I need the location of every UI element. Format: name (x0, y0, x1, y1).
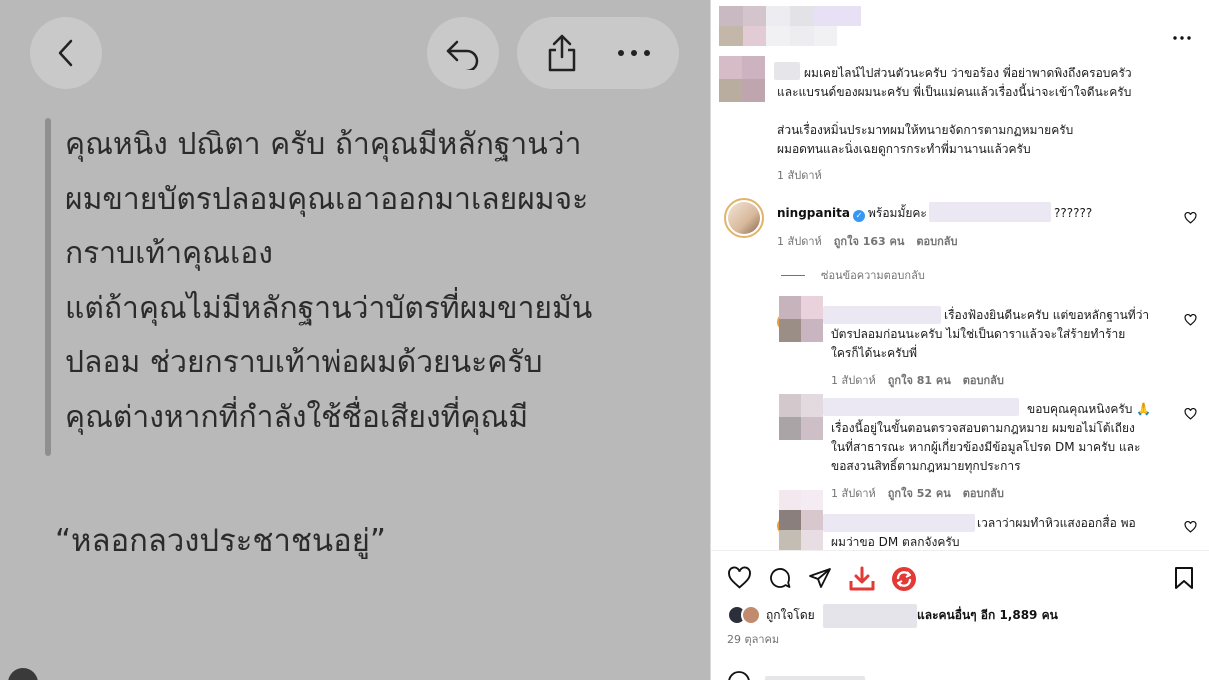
corner-avatar (8, 668, 38, 680)
reply-text: ในที่สาธารณะ หากผู้เกี่ยวข้องมีข้อมูลโปร… (831, 440, 1141, 454)
reply-link[interactable]: ตอบกลับ (916, 235, 957, 248)
like-heart-icon[interactable] (727, 566, 752, 590)
quote-line: ปลอม ช่วยกราบเท้าพ่อผมด้วยนะครับ (65, 345, 543, 380)
hide-replies-label: ซ่อนข้อความตอบกลับ (821, 269, 925, 282)
divider-line (781, 274, 805, 276)
reply-time: 1 สัปดาห์ (831, 487, 876, 500)
like-heart-icon[interactable] (1184, 314, 1197, 326)
chevron-left-icon (58, 39, 73, 67)
back-button[interactable] (30, 17, 102, 89)
reply-avatar-blurred[interactable] (779, 490, 823, 550)
comment-row: ningpanita ✓ พร้อมมั้ยคะ (777, 204, 927, 223)
reply-avatar-blurred[interactable] (779, 394, 823, 440)
commenter-avatar-blurred[interactable] (719, 56, 765, 102)
comment-text: ผมอดทนและนิ่งเฉยดูการกระทำพี่มานานแล้วคร… (777, 142, 1031, 156)
more-options-button[interactable] (598, 17, 670, 89)
comments-panel: ผมเคยไลน์ไปส่วนตัวนะครับ ว่าขอร้อง พี่อย… (710, 0, 1209, 680)
reply-avatar-blurred[interactable] (779, 296, 823, 342)
quote-line: คุณต่างหากที่กำลังใช้ชื่อเสียงที่คุณมี (65, 399, 529, 435)
bookmark-icon[interactable] (1173, 566, 1195, 590)
avatar[interactable] (724, 198, 764, 238)
username-blurred[interactable] (823, 398, 1019, 416)
add-comment-row[interactable] (727, 670, 1197, 680)
share-icon (548, 34, 576, 72)
claim-text: “หลอกลวงประชาชนอยู่” (55, 523, 386, 559)
reply-meta: 1 สัปดาห์ ถูกใจ 52 คน ตอบกลับ (831, 484, 1004, 502)
toolbar-pill (517, 17, 679, 89)
reply-text: ขอสงวนสิทธิ์ตามกฎหมายทุกประการ (831, 459, 1021, 473)
reply-text: บัตรปลอมก่อนนะครับ ไม่ใช่เป็นดาราแล้วจะใ… (831, 327, 1126, 341)
quote-line: แต่ถ้าคุณไม่มีหลักฐานว่าบัตรที่ผมขายมัน (65, 290, 593, 326)
download-icon[interactable] (848, 566, 876, 592)
reply-link[interactable]: ตอบกลับ (963, 487, 1004, 500)
post-image-panel: คุณหนิง ปณิตา ครับ ถ้าคุณมีหลักฐานว่า ผม… (0, 0, 710, 680)
share-button[interactable] (526, 17, 598, 89)
quote-bar (45, 118, 51, 456)
quote-line: คุณหนิง ปณิตา ครับ ถ้าคุณมีหลักฐานว่า (65, 127, 582, 162)
likes-count[interactable]: ถูกใจ 163 คน (834, 235, 905, 248)
likes-count[interactable]: ถูกใจ 52 คน (888, 487, 951, 500)
comment-icon[interactable] (768, 566, 792, 590)
reply-link[interactable]: ตอบกลับ (963, 374, 1004, 387)
comment-time: 1 สัปดาห์ (777, 235, 822, 248)
username[interactable]: ningpanita (777, 206, 850, 220)
send-icon[interactable] (808, 566, 832, 590)
repost-icon[interactable] (891, 566, 917, 592)
verified-badge-icon: ✓ (852, 210, 865, 222)
liker-avatar[interactable] (741, 605, 761, 625)
likes-summary[interactable]: และคนอื่นๆ อีก 1,889 คน (917, 606, 1058, 625)
reply-text: ขอบคุณคุณหนิงครับ 🙏 (1027, 402, 1152, 416)
post-date: 29 ตุลาคม (727, 633, 780, 646)
like-heart-icon[interactable] (1184, 408, 1197, 420)
comment-meta: 1 สัปดาห์ ถูกใจ 163 คน ตอบกลับ (777, 232, 958, 250)
undo-arrow-icon (446, 40, 479, 70)
more-options-icon[interactable] (1173, 25, 1191, 44)
comment-text: และแบรนด์ของผมนะครับ พี่เป็นแม่คนแล้วเรื… (777, 85, 1132, 99)
hide-replies-button[interactable]: ซ่อนข้อความตอบกลับ (781, 266, 925, 284)
comment-suffix: ?????? (1054, 206, 1093, 220)
author-avatar-blurred[interactable] (719, 6, 861, 46)
quote-line: กราบเท้าคุณเอง (65, 236, 273, 271)
quote-line: ผมขายบัตรปลอมคุณเอาออกมาเลยผมจะ (65, 181, 589, 217)
mention-blurred[interactable] (929, 202, 1051, 222)
comment-text: ผมเคยไลน์ไปส่วนตัวนะครับ ว่าขอร้อง พี่อย… (804, 66, 1132, 80)
like-heart-icon[interactable] (1184, 521, 1197, 533)
more-dots-icon (618, 50, 650, 56)
like-heart-icon[interactable] (1184, 212, 1197, 224)
quote-text: คุณหนิง ปณิตา ครับ ถ้าคุณมีหลักฐานว่า ผม… (65, 118, 685, 445)
section-divider (711, 550, 1209, 551)
reply-text: เรื่องนี้อยู่ในขั้นตอนตรวจสอบตามกฎหมาย ผ… (831, 421, 1135, 435)
emoji-icon[interactable] (727, 670, 751, 680)
reply-button[interactable] (427, 17, 499, 89)
reply-text: เรื่องฟ้องยินดีนะครับ แต่ขอหลักฐานที่ว่า (944, 308, 1150, 322)
comment-text: ส่วนเรื่องหมิ่นประมาทผมให้ทนายจัดการตามก… (777, 123, 1074, 137)
username-blurred[interactable] (823, 514, 975, 532)
comment-time: 1 สัปดาห์ (777, 169, 822, 182)
liker-name-blurred[interactable] (823, 604, 917, 628)
username-blurred[interactable] (774, 62, 800, 80)
comment-text: พร้อมมั้ยคะ (867, 206, 927, 220)
likes-count[interactable]: ถูกใจ 81 คน (888, 374, 951, 387)
reply-text: ใครก็ได้นะครับพี่ (831, 346, 918, 360)
comment-input-placeholder[interactable] (765, 676, 865, 680)
reply-meta: 1 สัปดาห์ ถูกใจ 81 คน ตอบกลับ (831, 371, 1004, 389)
username-blurred[interactable] (823, 306, 941, 324)
reply-time: 1 สัปดาห์ (831, 374, 876, 387)
likes-prefix: ถูกใจโดย (766, 608, 815, 622)
reply-text: เวลาว่าผมทำหิวแสงออกสื่อ พอ (977, 516, 1136, 530)
